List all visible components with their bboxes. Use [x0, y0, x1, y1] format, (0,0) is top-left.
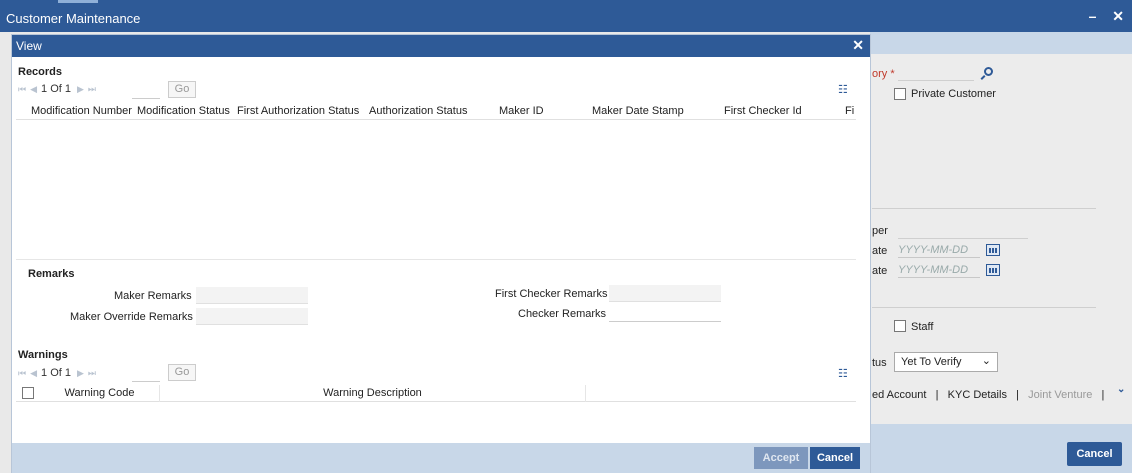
divider — [872, 307, 1096, 308]
checker-remarks-label: Checker Remarks — [518, 308, 607, 320]
column-header[interactable]: Maker Date Stamp — [592, 105, 684, 117]
next-page-icon[interactable]: ▶ — [77, 84, 84, 95]
warnings-grid-header: Warning Code Warning Description — [16, 385, 856, 402]
records-go-button[interactable]: Go — [168, 81, 196, 98]
view-dialog: View ✕ Records ⏮ ◀ 1 Of 1 ▶ ⏭ Go ☷ Modif… — [11, 34, 871, 473]
date1-input[interactable]: YYYY-MM-DD — [898, 242, 980, 258]
close-window-icon[interactable]: ✕ — [1112, 8, 1124, 24]
chevron-down-icon: ⌄ — [981, 355, 991, 367]
column-header[interactable]: First Authorization Status — [237, 105, 359, 117]
remarks-title: Remarks — [28, 268, 75, 280]
private-customer-label: Private Customer — [911, 88, 996, 100]
search-icon[interactable] — [984, 67, 993, 76]
number-field[interactable] — [898, 238, 1028, 239]
private-customer-checkbox[interactable] — [894, 88, 906, 100]
window-title-bar: Customer Maintenance – ✕ — [0, 0, 1132, 32]
last-page-icon[interactable]: ⏭ — [88, 84, 96, 95]
warnings-page-input[interactable] — [132, 381, 160, 382]
separator: | — [1016, 389, 1019, 401]
records-grid-header: Modification Number Modification Status … — [16, 104, 856, 120]
status-label: tus — [872, 357, 887, 369]
first-checker-remarks-field[interactable] — [609, 285, 721, 302]
list-view-icon[interactable]: ☷ — [838, 85, 850, 96]
close-icon[interactable]: ✕ — [852, 37, 864, 54]
column-header[interactable]: Modification Status — [137, 105, 230, 117]
status-select-value: Yet To Verify — [901, 356, 962, 368]
joint-venture-link[interactable]: Joint Venture — [1028, 389, 1092, 401]
column-header[interactable]: Maker ID — [499, 105, 544, 117]
minimize-icon[interactable]: – — [1089, 8, 1097, 24]
background-tab-strip — [870, 32, 1132, 54]
number-label: per — [872, 225, 888, 237]
column-header[interactable]: Modification Number — [31, 105, 132, 117]
window-controls: – ✕ — [1077, 8, 1124, 25]
warnings-page-text: 1 Of 1 — [41, 367, 71, 379]
prev-page-icon[interactable]: ◀ — [30, 84, 37, 95]
chevron-down-icon[interactable]: ⌄ — [1117, 384, 1125, 395]
cancel-button[interactable]: Cancel — [810, 447, 860, 469]
background-cancel-button[interactable]: Cancel — [1067, 442, 1122, 466]
calendar-icon[interactable] — [986, 264, 1000, 276]
calendar-icon[interactable] — [986, 244, 1000, 256]
next-page-icon[interactable]: ▶ — [77, 368, 84, 379]
maker-override-remarks-field[interactable] — [196, 308, 308, 325]
window-title: Customer Maintenance — [6, 11, 141, 26]
sub-links: ed Account | KYC Details | Joint Venture… — [872, 389, 1104, 401]
warnings-title: Warnings — [18, 349, 68, 361]
first-checker-remarks-label: First Checker Remarks — [495, 288, 608, 300]
separator: | — [1101, 389, 1105, 401]
records-grid-bottom — [16, 259, 856, 260]
date2-label: ate — [872, 265, 888, 277]
first-page-icon[interactable]: ⏮ — [18, 84, 26, 95]
title-accent — [58, 0, 98, 3]
dialog-title: View — [16, 39, 42, 53]
records-page-input[interactable] — [132, 98, 160, 99]
column-header[interactable]: Warning Code — [40, 385, 160, 402]
date2-input[interactable]: YYYY-MM-DD — [898, 262, 980, 278]
accept-button[interactable]: Accept — [754, 447, 808, 469]
column-header[interactable]: Fi — [845, 105, 854, 117]
list-view-icon[interactable]: ☷ — [838, 369, 850, 380]
column-header[interactable]: Warning Description — [160, 385, 586, 402]
dialog-title-bar: View ✕ — [12, 35, 870, 57]
maker-remarks-field[interactable] — [196, 287, 308, 304]
status-select[interactable]: Yet To Verify ⌄ — [894, 352, 998, 372]
maker-override-remarks-label: Maker Override Remarks — [70, 311, 193, 323]
kyc-details-link[interactable]: KYC Details — [948, 389, 1007, 401]
first-page-icon[interactable]: ⏮ — [18, 368, 26, 379]
staff-label: Staff — [911, 321, 934, 333]
warnings-pager: ⏮ ◀ 1 Of 1 ▶ ⏭ — [18, 367, 100, 379]
maker-remarks-label: Maker Remarks — [114, 290, 192, 302]
column-header[interactable]: First Checker Id — [724, 105, 802, 117]
prev-page-icon[interactable]: ◀ — [30, 368, 37, 379]
records-page-text: 1 Of 1 — [41, 83, 71, 95]
linked-account-link[interactable]: ed Account — [872, 389, 926, 401]
divider — [872, 208, 1096, 209]
staff-checkbox[interactable] — [894, 320, 906, 332]
warnings-go-button[interactable]: Go — [168, 364, 196, 381]
records-pager: ⏮ ◀ 1 Of 1 ▶ ⏭ — [18, 83, 100, 95]
category-field[interactable] — [898, 80, 974, 81]
dialog-footer: Accept Cancel — [12, 443, 870, 473]
checker-remarks-field[interactable] — [609, 305, 721, 322]
category-label: ory * — [872, 68, 895, 80]
last-page-icon[interactable]: ⏭ — [88, 368, 96, 379]
column-header[interactable]: Authorization Status — [369, 105, 467, 117]
select-all-checkbox[interactable] — [22, 387, 34, 399]
separator: | — [935, 389, 939, 401]
date1-label: ate — [872, 245, 888, 257]
records-title: Records — [18, 66, 63, 78]
